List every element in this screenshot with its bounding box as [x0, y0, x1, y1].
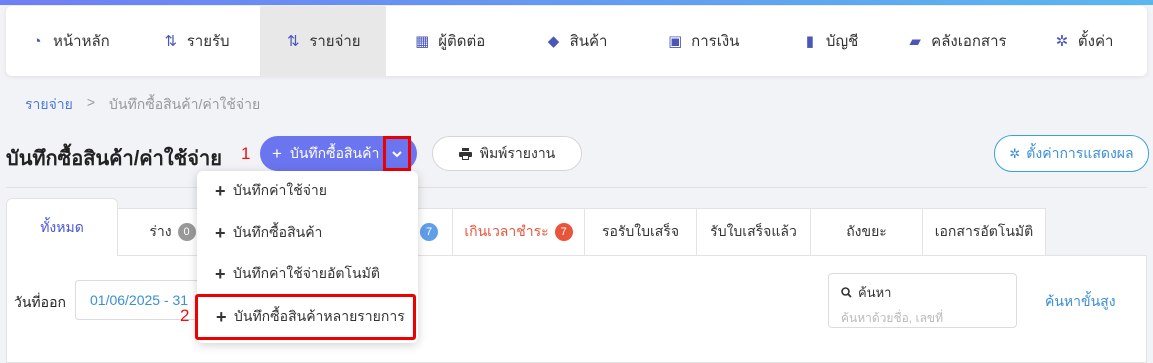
nav-item-home[interactable]: ◔ หน้าหลัก — [6, 6, 133, 76]
box-icon: ◆ — [547, 32, 560, 50]
menu-item-record-auto-expense[interactable]: + บันทึกค่าใช้จ่ายอัตโนมัติ — [197, 254, 418, 294]
annotation-marker-1: 1 — [241, 144, 251, 163]
plus-icon: + — [215, 263, 226, 284]
search-input[interactable]: ค้นหา ค้นหาด้วยชื่อ, เลขที่ — [828, 273, 1017, 328]
menu-item-label: บันทึกซื้อสินค้า — [233, 224, 323, 240]
menu-item-label: บันทึกค่าใช้จ่ายอัตโนมัติ — [233, 265, 380, 281]
tab-automatic-documents[interactable]: เอกสารอัตโนมัติ — [923, 208, 1046, 256]
income-icon: ⇅ — [164, 32, 178, 50]
divider — [6, 187, 1147, 188]
nav-item-products[interactable]: ◆ สินค้า — [513, 6, 640, 76]
nav-item-expense[interactable]: ⇅ รายจ่าย — [259, 6, 387, 76]
count-badge: 0 — [177, 223, 196, 241]
top-accent-bar — [0, 0, 1153, 5]
breadcrumb: รายจ่าย > บันทึกซื้อสินค้า/ค่าใช้จ่าย — [25, 94, 260, 116]
nav-item-label: ตั้งค่า — [1077, 33, 1114, 50]
issue-date-label: วันที่ออก — [14, 294, 66, 310]
nav-item-finance[interactable]: ▣ การเงิน — [640, 6, 767, 76]
nav-item-label: รายจ่าย — [309, 33, 361, 50]
add-options-dropdown: + บันทึกค่าใช้จ่าย + บันทึกซื้อสินค้า + … — [195, 171, 418, 343]
plus-icon: + — [215, 222, 226, 243]
nav-item-contacts[interactable]: ▦ ผู้ติดต่อ — [386, 6, 513, 76]
tab-overdue[interactable]: เกินเวลาชำระ 7 — [453, 208, 585, 256]
nav-item-settings[interactable]: ✲ ตั้งค่า — [1020, 6, 1147, 76]
main-navbar: ◔ หน้าหลัก ⇅ รายรับ ⇅ รายจ่าย ▦ ผู้ติดต่… — [6, 6, 1147, 76]
tab-label: เกินเวลาชำระ — [464, 223, 549, 239]
annotation-marker-2: 2 — [180, 306, 190, 325]
page-title: บันทึกซื้อสินค้า/ค่าใช้จ่าย — [6, 148, 222, 170]
nav-item-label: รายรับ — [186, 33, 230, 50]
search-icon — [841, 287, 852, 298]
search-placeholder: ค้นหาด้วยชื่อ, เลขที่ — [841, 311, 944, 325]
tab-all[interactable]: ทั้งหมด — [6, 198, 118, 256]
add-purchase-label: บันทึกซื้อสินค้า — [289, 144, 380, 161]
chevron-down-icon — [392, 150, 402, 157]
issue-date-range-input[interactable]: 01/06/2025 - 31 — [75, 280, 210, 320]
tab-label: รอรับใบเสร็จ — [601, 223, 680, 239]
status-tabs: ทั้งหมด ร่าง 0 7 เกินเวลาชำระ 7 รอรับใบเ… — [6, 198, 1046, 256]
tab-receipt-received[interactable]: รับใบเสร็จแล้ว — [697, 208, 811, 256]
print-report-label: พิมพ์รายงาน — [479, 144, 556, 161]
contacts-icon: ▦ — [415, 32, 430, 50]
breadcrumb-current: บันทึกซื้อสินค้า/ค่าใช้จ่าย — [109, 96, 261, 112]
search-label: ค้นหา — [841, 282, 1004, 303]
folder-icon: ▰ — [909, 32, 921, 50]
add-options-toggle[interactable] — [383, 136, 411, 171]
display-settings-button[interactable]: ✲ ตั้งค่าการแสดงผล — [994, 135, 1149, 172]
menu-item-record-expense[interactable]: + บันทึกค่าใช้จ่าย — [197, 171, 418, 211]
nav-item-label: ผู้ติดต่อ — [438, 33, 486, 50]
plus-icon: + — [272, 143, 282, 163]
count-badge: 7 — [554, 223, 573, 241]
nav-item-label: คลังเอกสาร — [931, 33, 1007, 50]
breadcrumb-separator: > — [86, 94, 96, 110]
tab-label: ทั้งหมด — [40, 218, 84, 235]
menu-item-record-purchase[interactable]: + บันทึกซื้อสินค้า — [197, 213, 418, 253]
tab-label: รับใบเสร็จแล้ว — [710, 223, 797, 239]
menu-item-label: บันทึกค่าใช้จ่าย — [233, 182, 327, 198]
tab-label: ถังขยะ — [846, 223, 887, 239]
advanced-search-link[interactable]: ค้นหาขั้นสูง — [1045, 291, 1116, 313]
tab-label: ร่าง — [149, 223, 172, 239]
nav-item-label: หน้าหลัก — [53, 33, 110, 50]
nav-item-label: การเงิน — [691, 33, 740, 50]
tab-trash[interactable]: ถังขยะ — [811, 208, 923, 256]
gear-icon: ✲ — [1055, 32, 1069, 50]
nav-item-accounting[interactable]: ▮ บัญชี — [767, 6, 894, 76]
money-icon: ▣ — [668, 32, 683, 50]
tab-awaiting-receipt[interactable]: รอรับใบเสร็จ — [585, 208, 697, 256]
nav-item-documents[interactable]: ▰ คลังเอกสาร — [893, 6, 1020, 76]
plus-icon: + — [215, 180, 226, 201]
gear-icon: ✲ — [1009, 145, 1021, 161]
print-report-button[interactable]: พิมพ์รายงาน — [432, 136, 582, 171]
expense-icon: ⇅ — [287, 32, 300, 50]
breadcrumb-parent-link[interactable]: รายจ่าย — [25, 94, 73, 116]
tab-label: เอกสารอัตโนมัติ — [934, 223, 1034, 239]
plus-icon: + — [216, 306, 227, 327]
display-settings-label: ตั้งค่าการแสดงผล — [1026, 144, 1134, 161]
book-icon: ▮ — [805, 32, 814, 50]
search-label-text: ค้นหา — [858, 285, 892, 300]
nav-item-income[interactable]: ⇅ รายรับ — [133, 6, 260, 76]
nav-item-label: บัญชี — [825, 33, 859, 50]
printer-icon — [458, 147, 472, 160]
count-badge: 7 — [420, 223, 438, 241]
nav-item-label: สินค้า — [569, 33, 608, 50]
dashboard-icon: ◔ — [32, 32, 42, 50]
add-purchase-button[interactable]: + บันทึกซื้อสินค้า — [260, 136, 417, 171]
menu-item-label: บันทึกซื้อสินค้าหลายรายการ — [234, 308, 405, 324]
menu-item-record-multi-purchase[interactable]: + บันทึกซื้อสินค้าหลายรายการ — [195, 294, 416, 340]
